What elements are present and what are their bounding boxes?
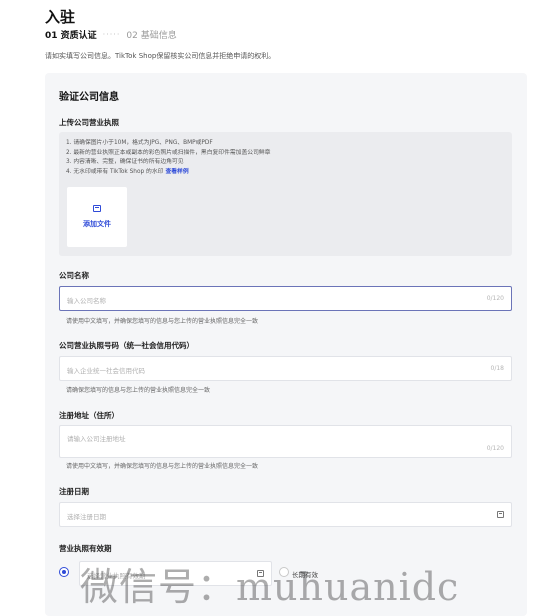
step-separator: ·····	[102, 30, 121, 39]
upload-tip: 1. 请确保图片小于10M，格式为JPG、PNG、BMP或PDF	[66, 140, 213, 146]
intro-text: 请如实填写公司信息。TikTok Shop保留核实公司信息并拒绝申请的权利。	[45, 52, 276, 60]
upload-label: 上传公司营业执照	[59, 118, 119, 127]
upload-box: 1. 请确保图片小于10M，格式为JPG、PNG、BMP或PDF 2. 最新的营…	[59, 132, 512, 256]
address-placeholder: 请输入公司注册地址	[67, 435, 126, 443]
add-file-label: 添加文件	[83, 220, 111, 228]
char-counter: 0/120	[486, 445, 504, 452]
validity-row: 选择营业执照有效期 长期有效	[59, 561, 512, 586]
company-name-input[interactable]: 输入公司名称 0/120	[59, 286, 512, 311]
long-term-label: 长期有效	[292, 571, 318, 579]
address-textarea[interactable]: 请输入公司注册地址 0/120	[59, 425, 512, 458]
upload-tip: 3. 内容清晰、完整，确保证书的所有边角可见	[66, 159, 184, 165]
upload-tips: 1. 请确保图片小于10M，格式为JPG、PNG、BMP或PDF 2. 最新的营…	[66, 139, 270, 177]
calendar-icon	[257, 570, 264, 577]
validity-date-placeholder: 选择营业执照有效期	[87, 572, 146, 580]
step-1[interactable]: 01 资质认证	[45, 28, 97, 41]
registration-date-placeholder: 选择注册日期	[67, 513, 106, 521]
image-icon	[93, 205, 101, 212]
validity-date-picker[interactable]: 选择营业执照有效期	[79, 561, 272, 586]
upload-tip: 4. 无水印或带有 TikTok Shop 的水印 查看样例	[66, 168, 189, 175]
license-number-hint: 请确保您填写的信息与您上传的营业执照信息完全一致	[66, 387, 211, 394]
license-number-input[interactable]: 输入企业统一社会信用代码 0/18	[59, 356, 512, 381]
company-name-label: 公司名称	[59, 271, 89, 280]
registration-date-picker[interactable]: 选择注册日期	[59, 502, 512, 527]
company-name-hint: 请使用中文填写，并确保您填写的信息与您上传的营业执照信息完全一致	[66, 318, 259, 325]
step-indicator: 01 资质认证 ····· 02 基础信息	[45, 28, 177, 41]
char-counter: 0/120	[486, 295, 504, 302]
view-sample-link[interactable]: 查看样例	[165, 169, 188, 175]
validity-label: 营业执照有效期	[59, 544, 112, 553]
page-title: 入驻	[45, 8, 76, 26]
section-title: 验证公司信息	[59, 92, 119, 103]
address-hint: 请使用中文填写，并确保您填写的信息与您上传的营业执照信息完全一致	[66, 463, 259, 470]
calendar-icon	[497, 511, 504, 518]
address-label: 注册地址（住所）	[59, 411, 119, 420]
long-term-radio[interactable]	[279, 567, 289, 577]
char-counter: 0/18	[490, 365, 504, 372]
license-number-placeholder: 输入企业统一社会信用代码	[67, 367, 145, 375]
upload-tip: 2. 最新的营业执照正本或副本的彩色照片或扫描件，黑白复印件需加盖公司鲜章	[66, 149, 271, 156]
add-file-button[interactable]: 添加文件	[67, 187, 127, 247]
company-name-placeholder: 输入公司名称	[67, 297, 106, 305]
license-number-label: 公司营业执照号码（统一社会信用代码）	[59, 341, 194, 350]
registration-date-label: 注册日期	[59, 487, 89, 496]
step-2[interactable]: 02 基础信息	[126, 28, 176, 41]
company-info-card: 验证公司信息 上传公司营业执照 1. 请确保图片小于10M，格式为JPG、PNG…	[45, 73, 527, 616]
validity-date-radio[interactable]	[59, 567, 69, 577]
